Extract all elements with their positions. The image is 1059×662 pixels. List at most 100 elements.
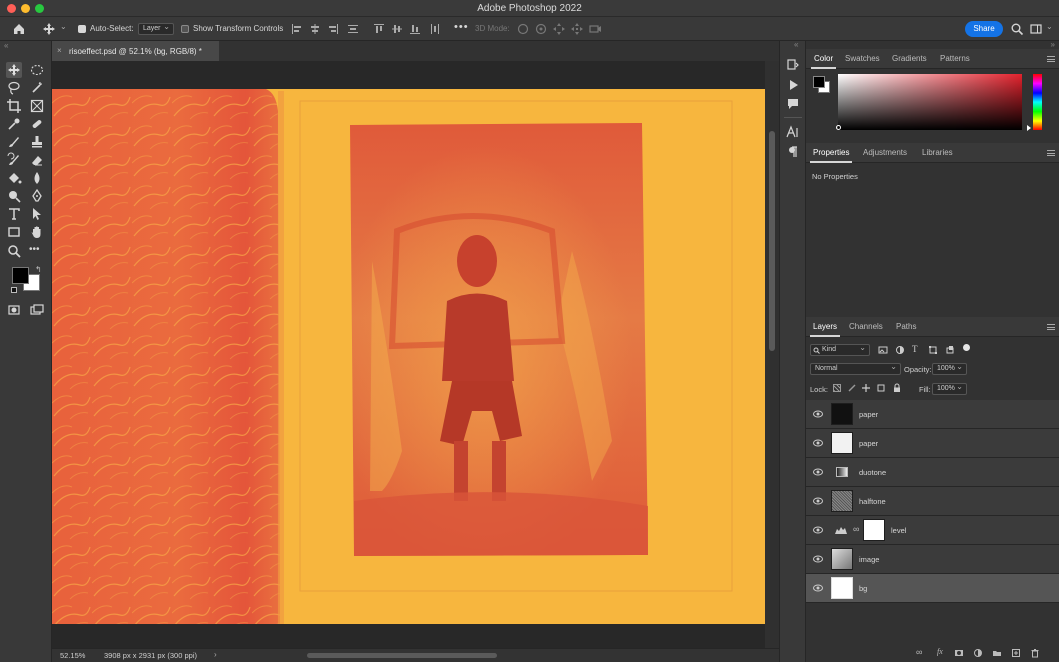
- layer-row-bg[interactable]: bg: [806, 574, 1059, 603]
- blur-tool-icon[interactable]: [29, 170, 45, 186]
- lock-all-icon[interactable]: [892, 383, 902, 393]
- quick-mask-icon[interactable]: [6, 302, 22, 318]
- visibility-eye-icon[interactable]: [813, 410, 823, 418]
- tab-layers[interactable]: Layers: [809, 322, 841, 337]
- visibility-eye-icon[interactable]: [813, 584, 823, 592]
- visibility-eye-icon[interactable]: [813, 468, 823, 476]
- tab-color[interactable]: Color: [810, 54, 837, 69]
- align-middle-icon[interactable]: [390, 22, 404, 36]
- home-icon[interactable]: [12, 22, 26, 36]
- layer-style-fx-icon[interactable]: fx: [937, 647, 943, 656]
- hue-slider[interactable]: [1033, 74, 1042, 130]
- visibility-eye-icon[interactable]: [813, 555, 823, 563]
- 3d-orbit-icon[interactable]: [516, 22, 530, 36]
- tab-paths[interactable]: Paths: [896, 322, 916, 331]
- workspace-icon[interactable]: [1029, 22, 1043, 36]
- zoom-level[interactable]: 52.15%: [60, 651, 85, 660]
- auto-select-dropdown[interactable]: Layer: [138, 22, 174, 35]
- color-panel-fg-swatch[interactable]: [813, 76, 825, 88]
- status-menu-arrow-icon[interactable]: ›: [214, 650, 217, 659]
- filter-pixel-icon[interactable]: [878, 345, 888, 355]
- lock-transparent-icon[interactable]: [833, 384, 841, 392]
- rectangle-tool-icon[interactable]: [6, 224, 22, 240]
- visibility-eye-icon[interactable]: [813, 526, 823, 534]
- brush-tool-icon[interactable]: [6, 134, 22, 150]
- layer-row-paper-light[interactable]: paper: [806, 429, 1059, 458]
- vertical-scrollbar-thumb[interactable]: [769, 131, 775, 351]
- tab-gradients[interactable]: Gradients: [892, 54, 927, 63]
- zoom-tool-icon[interactable]: [6, 243, 22, 259]
- search-icon[interactable]: [1010, 22, 1024, 36]
- screen-mode-icon[interactable]: [29, 302, 45, 318]
- tab-channels[interactable]: Channels: [849, 322, 883, 331]
- filter-toggle-icon[interactable]: [963, 344, 970, 351]
- align-top-icon[interactable]: [372, 22, 386, 36]
- align-left-icon[interactable]: [290, 22, 304, 36]
- filter-shape-icon[interactable]: [928, 345, 938, 355]
- tool-preset-chevron-icon[interactable]: ⌄: [60, 22, 67, 31]
- lock-position-icon[interactable]: [861, 383, 871, 393]
- paint-bucket-tool-icon[interactable]: [6, 170, 22, 186]
- distribute-horizontal-icon[interactable]: [428, 22, 442, 36]
- new-layer-icon[interactable]: [1011, 648, 1021, 658]
- auto-select-checkbox[interactable]: [78, 25, 86, 33]
- lock-artboard-icon[interactable]: [876, 383, 886, 393]
- link-layers-icon[interactable]: ∞: [916, 647, 922, 657]
- tab-adjustments[interactable]: Adjustments: [863, 148, 907, 157]
- more-options-icon[interactable]: •••: [454, 21, 469, 33]
- tab-libraries[interactable]: Libraries: [922, 148, 953, 157]
- eyedropper-tool-icon[interactable]: [6, 116, 22, 132]
- hand-tool-icon[interactable]: [29, 224, 45, 240]
- opacity-input[interactable]: 100%: [932, 362, 967, 375]
- collapse-right-panels-icon[interactable]: »: [1051, 40, 1055, 49]
- history-brush-tool-icon[interactable]: [6, 152, 22, 168]
- character-panel-icon[interactable]: [786, 125, 800, 139]
- layers-panel-menu-icon[interactable]: [1047, 324, 1055, 330]
- layer-row-duotone[interactable]: duotone: [806, 458, 1059, 487]
- filter-adjustment-icon[interactable]: [895, 345, 905, 355]
- close-tab-icon[interactable]: ×: [57, 46, 62, 55]
- workspace-chevron-icon[interactable]: ⌄: [1046, 22, 1053, 31]
- visibility-eye-icon[interactable]: [813, 439, 823, 447]
- new-group-icon[interactable]: [992, 648, 1002, 658]
- tab-swatches[interactable]: Swatches: [845, 54, 880, 63]
- pen-tool-icon[interactable]: [29, 188, 45, 204]
- add-mask-icon[interactable]: [954, 648, 964, 658]
- tab-patterns[interactable]: Patterns: [940, 54, 970, 63]
- layer-row-paper-dark[interactable]: paper: [806, 400, 1059, 429]
- healing-brush-tool-icon[interactable]: [29, 116, 45, 132]
- properties-panel-menu-icon[interactable]: [1047, 150, 1055, 156]
- crop-tool-icon[interactable]: [6, 98, 22, 114]
- comments-icon[interactable]: [786, 97, 800, 111]
- share-button[interactable]: Share: [965, 21, 1003, 37]
- 3d-roll-icon[interactable]: [534, 22, 548, 36]
- lock-pixels-icon[interactable]: [847, 383, 857, 393]
- document-tab[interactable]: × risoeffect.psd @ 52.1% (bg, RGB/8) *: [52, 41, 219, 61]
- blend-mode-dropdown[interactable]: Normal: [810, 362, 901, 375]
- distribute-icon[interactable]: [346, 22, 360, 36]
- layer-link-icon[interactable]: ∞: [853, 524, 859, 534]
- object-select-tool-icon[interactable]: [29, 80, 45, 96]
- layer-row-level[interactable]: ∞ level: [806, 516, 1059, 545]
- actions-play-icon[interactable]: [786, 78, 800, 92]
- foreground-color-swatch[interactable]: [12, 267, 29, 284]
- filter-type-icon[interactable]: T: [912, 344, 918, 354]
- document-canvas[interactable]: [52, 61, 765, 648]
- paragraph-panel-icon[interactable]: [786, 145, 800, 159]
- move-tool-icon[interactable]: [42, 22, 56, 36]
- horizontal-scrollbar-thumb[interactable]: [307, 653, 497, 658]
- hue-slider-handle[interactable]: [1027, 125, 1031, 131]
- layer-row-halftone[interactable]: halftone: [806, 487, 1059, 516]
- marquee-tool-icon[interactable]: [29, 62, 45, 78]
- path-select-tool-icon[interactable]: [29, 206, 45, 222]
- color-field-picker[interactable]: [836, 125, 841, 130]
- tab-properties[interactable]: Properties: [809, 148, 853, 163]
- more-tools-icon[interactable]: •••: [29, 244, 40, 255]
- eraser-tool-icon[interactable]: [29, 152, 45, 168]
- new-adjustment-layer-icon[interactable]: [973, 648, 983, 658]
- fill-input[interactable]: 100%: [932, 382, 967, 395]
- stamp-tool-icon[interactable]: [29, 134, 45, 150]
- show-transform-checkbox[interactable]: [181, 25, 189, 33]
- history-panel-icon[interactable]: [786, 58, 800, 72]
- filter-smart-object-icon[interactable]: [945, 345, 955, 355]
